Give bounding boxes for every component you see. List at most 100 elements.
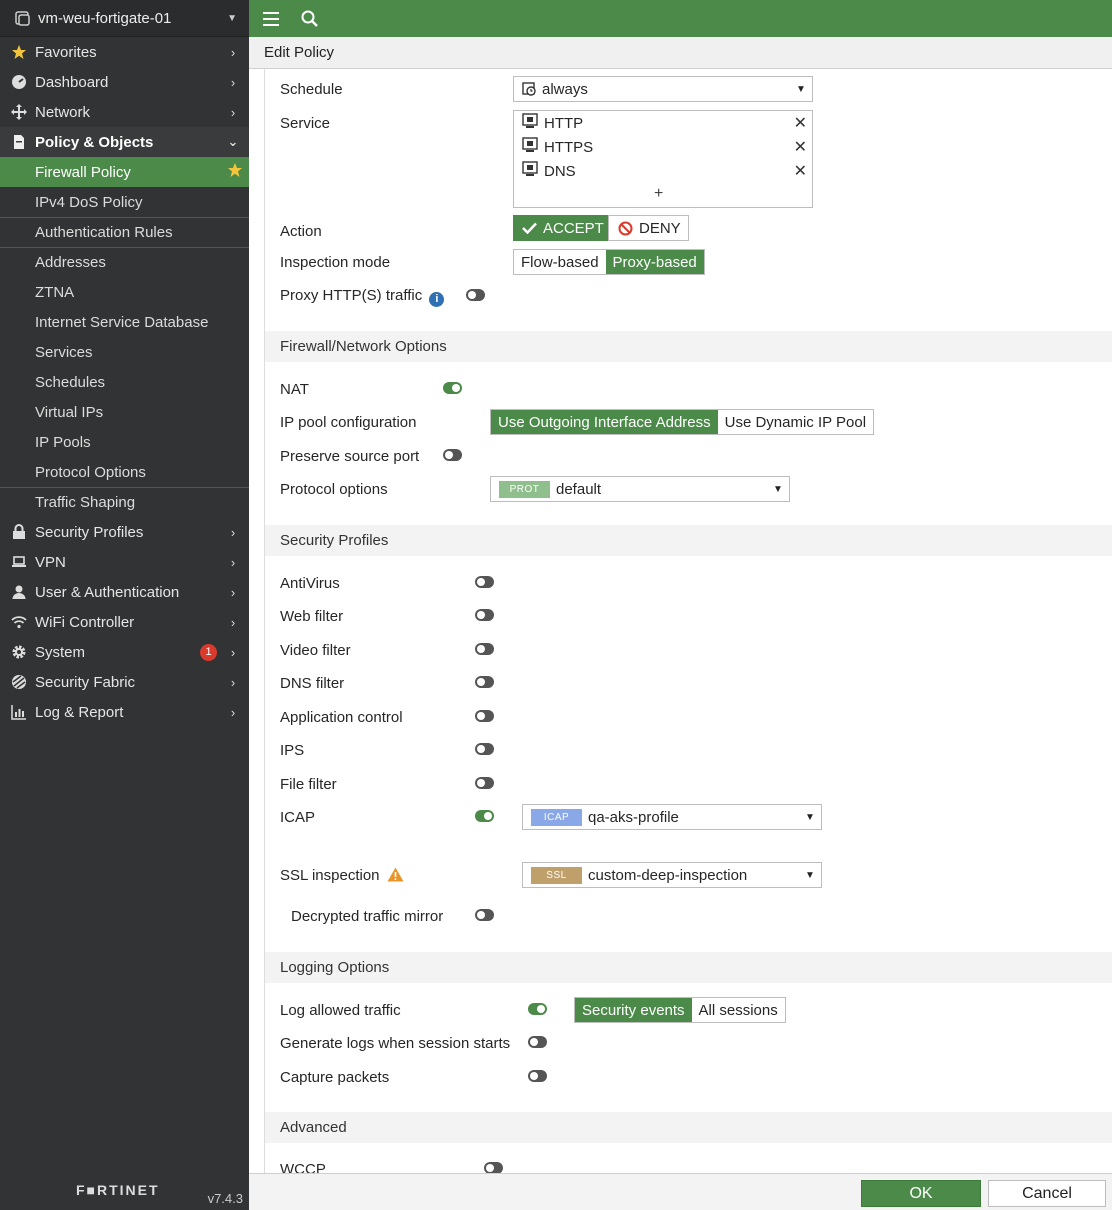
nav-network[interactable]: Network › <box>0 97 249 127</box>
dns-filter-toggle[interactable] <box>475 676 494 688</box>
proxy-based-option[interactable]: Proxy-based <box>605 250 704 274</box>
nav-label: Network <box>35 103 91 121</box>
network-icon <box>10 103 28 121</box>
nav-user-authentication[interactable]: User & Authentication › <box>0 577 249 607</box>
nav-wifi-controller[interactable]: WiFi Controller › <box>0 607 249 637</box>
ips-toggle[interactable] <box>475 743 494 755</box>
wccp-label: WCCP <box>280 1161 326 1173</box>
service-list[interactable]: HTTP ✕ HTTPS ✕ DNS ✕ + <box>513 110 813 208</box>
service-icon <box>522 113 538 133</box>
deny-label: DENY <box>639 219 681 237</box>
favorite-star-icon[interactable] <box>227 162 243 182</box>
nat-toggle[interactable] <box>443 382 462 394</box>
preserve-source-port-toggle[interactable] <box>443 449 462 461</box>
capture-packets-toggle[interactable] <box>528 1070 547 1082</box>
nav-label: VPN <box>35 553 66 571</box>
file-filter-toggle[interactable] <box>475 777 494 789</box>
sidebar-item-addresses[interactable]: Addresses <box>0 247 249 277</box>
add-service-icon[interactable]: + <box>654 185 663 203</box>
log-session-start-toggle[interactable] <box>528 1036 547 1048</box>
use-outgoing-interface-option[interactable]: Use Outgoing Interface Address <box>491 410 718 434</box>
remove-service-icon[interactable]: ✕ <box>794 161 807 181</box>
nav-log-report[interactable]: Log & Report › <box>0 697 249 727</box>
icap-profile-select[interactable]: ICAP qa-aks-profile ▼ <box>522 804 822 830</box>
nav-security-fabric[interactable]: Security Fabric › <box>0 667 249 697</box>
device-selector[interactable]: vm-weu-fortigate-01 ▼ <box>0 0 249 37</box>
remove-service-icon[interactable]: ✕ <box>794 113 807 133</box>
edit-policy-form: Schedule always ▼ Service HTTP ✕ HTTPS ✕… <box>264 69 1112 1173</box>
deny-button[interactable]: DENY <box>608 215 689 241</box>
sidebar: vm-weu-fortigate-01 ▼ Favorites › Dashbo… <box>0 0 249 1210</box>
chevron-right-icon: › <box>230 104 236 120</box>
info-icon[interactable]: i <box>429 291 445 307</box>
schedule-value: always <box>542 80 588 98</box>
log-allowed-traffic-toggle[interactable] <box>528 1003 547 1015</box>
sidebar-item-ztna[interactable]: ZTNA <box>0 277 249 307</box>
nav-label: Security Profiles <box>35 523 144 541</box>
chevron-right-icon: › <box>230 644 236 660</box>
nav-label: System <box>35 643 86 661</box>
dashboard-icon <box>10 73 28 91</box>
service-name: HTTP <box>544 114 584 132</box>
sub-label: ZTNA <box>35 283 75 301</box>
sidebar-item-schedules[interactable]: Schedules <box>0 367 249 397</box>
chevron-right-icon: › <box>230 674 236 690</box>
schedule-select[interactable]: always ▼ <box>513 76 813 102</box>
sidebar-item-protocol-options[interactable]: Protocol Options <box>0 457 249 487</box>
application-control-toggle[interactable] <box>475 710 494 722</box>
chevron-down-icon: ⌄ <box>227 134 239 149</box>
sidebar-item-ip-pools[interactable]: IP Pools <box>0 427 249 457</box>
sidebar-item-ipv4-dos-policy[interactable]: IPv4 DoS Policy <box>0 187 249 217</box>
nav-dashboard[interactable]: Dashboard › <box>0 67 249 97</box>
sidebar-item-authentication-rules[interactable]: Authentication Rules <box>0 217 249 247</box>
accept-button[interactable]: ACCEPT <box>513 215 608 241</box>
nav-policy-objects[interactable]: Policy & Objects ⌄ <box>0 127 249 157</box>
icap-toggle[interactable] <box>475 810 494 822</box>
all-sessions-option[interactable]: All sessions <box>692 998 785 1022</box>
flow-based-option[interactable]: Flow-based <box>514 250 606 274</box>
nav-vpn[interactable]: VPN › <box>0 547 249 577</box>
action-label: Action <box>280 223 322 240</box>
policy-icon <box>10 133 28 151</box>
laptop-icon <box>10 553 28 571</box>
deny-icon <box>618 221 633 236</box>
use-dynamic-ip-pool-option[interactable]: Use Dynamic IP Pool <box>718 410 873 434</box>
ssl-inspection-select[interactable]: SSL custom-deep-inspection ▼ <box>522 862 822 888</box>
protocol-options-select[interactable]: PROT default ▼ <box>490 476 790 502</box>
sidebar-item-internet-service-database[interactable]: Internet Service Database <box>0 307 249 337</box>
sidebar-item-traffic-shaping[interactable]: Traffic Shaping <box>0 487 249 517</box>
star-icon <box>10 43 28 61</box>
sub-label: Firewall Policy <box>35 163 131 181</box>
inspection-mode-label: Inspection mode <box>280 254 391 271</box>
security-profiles-section-header: Security Profiles <box>265 525 1112 556</box>
antivirus-label: AntiVirus <box>280 575 340 592</box>
nav-favorites[interactable]: Favorites › <box>0 37 249 67</box>
proxy-http-toggle[interactable] <box>466 289 485 301</box>
proxy-http-row: Proxy HTTP(S) traffic i <box>280 287 445 307</box>
wccp-toggle[interactable] <box>484 1162 503 1173</box>
nav-security-profiles[interactable]: Security Profiles › <box>0 517 249 547</box>
nav-label: Security Fabric <box>35 673 136 691</box>
protocol-options-value: default <box>556 480 602 498</box>
web-filter-toggle[interactable] <box>475 609 494 621</box>
video-filter-toggle[interactable] <box>475 643 494 655</box>
ok-button[interactable]: OK <box>861 1180 981 1207</box>
sidebar-item-virtual-ips[interactable]: Virtual IPs <box>0 397 249 427</box>
decrypted-traffic-mirror-toggle[interactable] <box>475 909 494 921</box>
hamburger-menu-icon[interactable] <box>261 9 281 29</box>
sub-label: Services <box>35 343 93 361</box>
security-events-option[interactable]: Security events <box>575 998 692 1022</box>
gear-icon <box>10 643 28 661</box>
sidebar-item-services[interactable]: Services <box>0 337 249 367</box>
cancel-button[interactable]: Cancel <box>988 1180 1106 1207</box>
proxy-http-label: Proxy HTTP(S) traffic <box>280 287 423 304</box>
sidebar-item-firewall-policy[interactable]: Firewall Policy <box>0 157 249 187</box>
advanced-section-header: Advanced <box>265 1112 1112 1143</box>
device-icon <box>15 11 30 26</box>
ip-pool-label: IP pool configuration <box>280 414 417 431</box>
warning-icon[interactable] <box>387 867 404 886</box>
search-icon[interactable] <box>300 9 320 29</box>
remove-service-icon[interactable]: ✕ <box>794 137 807 157</box>
antivirus-toggle[interactable] <box>475 576 494 588</box>
nav-system[interactable]: System 1 › <box>0 637 249 667</box>
